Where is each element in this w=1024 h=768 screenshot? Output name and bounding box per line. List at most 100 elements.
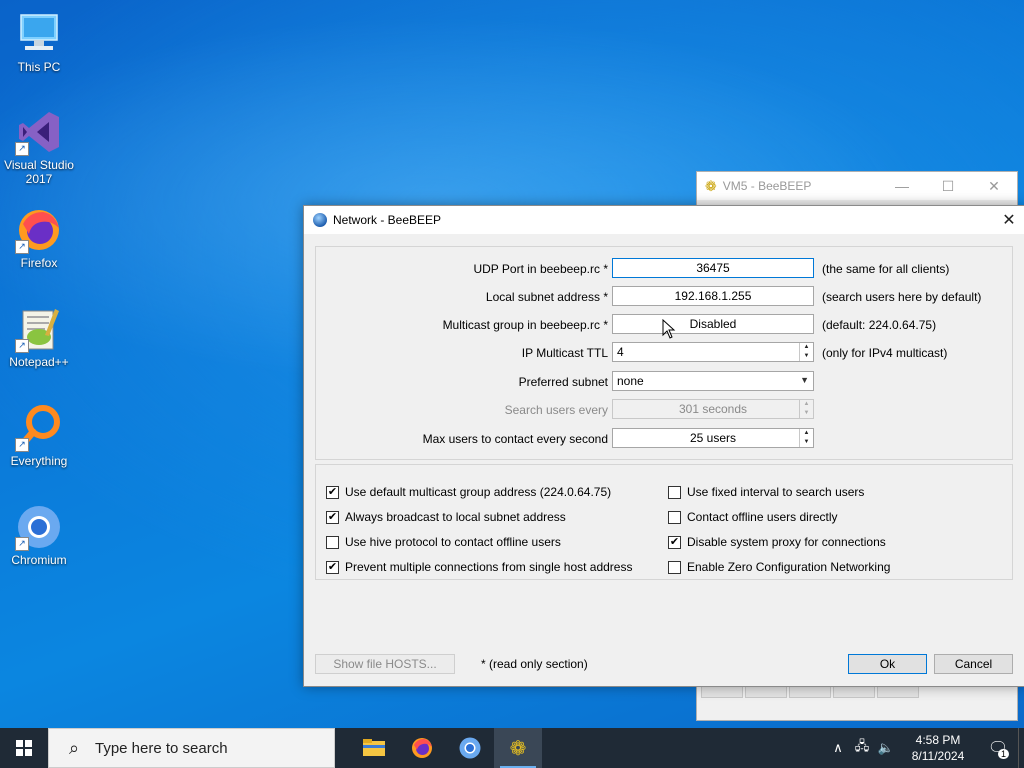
multicast-group-hint: (default: 224.0.64.75) [822, 318, 937, 332]
spin-down-icon: ▼ [803, 410, 810, 416]
spin-up-icon[interactable]: ▲ [800, 429, 813, 438]
max-users-spinbox[interactable]: 25 users ▲ ▼ [612, 428, 814, 448]
shortcut-arrow-icon: ↗ [15, 142, 29, 156]
show-hosts-button: Show file HOSTS... [315, 654, 455, 674]
desktop-icon-chromium[interactable]: ↗ Chromium [0, 503, 78, 567]
multicast-group-field[interactable]: Disabled [612, 314, 814, 334]
network-icon[interactable]: 🖧 [850, 737, 874, 759]
multicast-ttl-value: 4 [617, 345, 624, 359]
taskbar-beebeep[interactable]: ❁ [494, 728, 542, 768]
spin-down-icon[interactable]: ▼ [800, 438, 813, 447]
udp-port-field[interactable]: 36475 [612, 258, 814, 278]
ok-button[interactable]: Ok [848, 654, 927, 674]
chromium-icon [459, 737, 481, 759]
desktop-icon-notepad-plus-plus[interactable]: ↗ Notepad++ [0, 305, 78, 369]
checkbox-default-multicast[interactable]: ✔ Use default multicast group address (2… [326, 485, 611, 499]
check-icon[interactable]: ✔ [668, 535, 681, 549]
cancel-button[interactable]: Cancel [934, 654, 1013, 674]
checkbox-label: Always broadcast to local subnet address [345, 510, 566, 524]
preferred-subnet-label: Preferred subnet [518, 375, 608, 389]
check-icon[interactable] [326, 535, 339, 549]
notification-count: 1 [997, 749, 1009, 759]
network-options-group: ✔ Use default multicast group address (2… [315, 464, 1013, 580]
spin-buttons[interactable]: ▲ ▼ [799, 429, 813, 447]
beebeep-app-icon: ❁ [705, 177, 717, 194]
read-only-note: * (read only section) [481, 657, 588, 671]
checkbox-label: Disable system proxy for connections [687, 535, 886, 549]
taskbar-search-box[interactable]: ⌕ Type here to search [48, 728, 335, 768]
minimize-button[interactable]: — [879, 178, 925, 195]
desktop-icon-label: Notepad++ [9, 355, 69, 369]
chevron-down-icon[interactable]: ▼ [800, 375, 809, 385]
checkbox-label: Prevent multiple connections from single… [345, 560, 633, 574]
show-desktop-button[interactable] [1018, 728, 1024, 768]
everything-search-icon: ↗ [15, 404, 63, 452]
check-icon[interactable] [668, 560, 681, 574]
spin-up-icon: ▲ [803, 401, 810, 407]
spin-buttons: ▲ ▼ [799, 400, 813, 418]
local-subnet-label: Local subnet address * [485, 290, 608, 304]
maximize-button[interactable]: ☐ [925, 178, 971, 195]
checkbox-label: Enable Zero Configuration Networking [687, 560, 891, 574]
desktop-icon-label: Firefox [20, 256, 58, 270]
check-icon[interactable]: ✔ [326, 485, 339, 499]
network-globe-icon [313, 213, 327, 227]
close-button[interactable]: ✕ [971, 178, 1017, 195]
taskbar: ⌕ Type here to search ❁ ∧ 🖧 🔈 4:58 PM 8/… [0, 728, 1024, 768]
checkbox-disable-system-proxy[interactable]: ✔ Disable system proxy for connections [668, 535, 886, 549]
folder-icon [363, 739, 385, 756]
desktop-icon-label: Everything [10, 454, 68, 468]
checkbox-fixed-interval[interactable]: Use fixed interval to search users [668, 485, 864, 499]
checkbox-zero-configuration[interactable]: Enable Zero Configuration Networking [668, 560, 890, 574]
checkbox-prevent-multiple-connections[interactable]: ✔ Prevent multiple connections from sing… [326, 560, 632, 574]
desktop-icon-visual-studio[interactable]: ↗ Visual Studio 2017 [0, 108, 78, 186]
preferred-subnet-select[interactable]: none ▼ [612, 371, 814, 391]
desktop-icon-this-pc[interactable]: This PC [0, 10, 78, 74]
taskbar-firefox[interactable] [398, 728, 446, 768]
firefox-icon: ↗ [15, 206, 63, 254]
multicast-ttl-spinbox[interactable]: 4 ▲ ▼ [612, 342, 814, 362]
search-interval-value: 301 seconds [678, 402, 748, 416]
spin-up-icon[interactable]: ▲ [800, 343, 813, 352]
dialog-close-button[interactable]: ✕ [994, 210, 1024, 230]
taskbar-clock[interactable]: 4:58 PM 8/11/2024 [898, 732, 978, 764]
desktop-icon-label: This PC [17, 60, 61, 74]
spin-down-icon[interactable]: ▼ [800, 352, 813, 361]
desktop-icon-firefox[interactable]: ↗ Firefox [0, 206, 78, 270]
taskbar-chromium[interactable] [446, 728, 494, 768]
windows-logo-icon [16, 740, 32, 756]
clock-date: 8/11/2024 [911, 749, 965, 763]
check-icon[interactable]: ✔ [326, 560, 339, 574]
local-subnet-hint: (search users here by default) [822, 290, 982, 304]
dialog-titlebar[interactable]: Network - BeeBEEP ✕ [304, 206, 1024, 234]
checkbox-label: Use fixed interval to search users [687, 485, 865, 499]
shortcut-arrow-icon: ↗ [15, 339, 29, 353]
desktop-icon-everything[interactable]: ↗ Everything [0, 404, 78, 468]
search-placeholder: Type here to search [95, 739, 228, 757]
preferred-subnet-value: none [617, 374, 644, 388]
check-icon[interactable] [668, 510, 681, 524]
computer-icon [15, 10, 63, 58]
notepad-plus-plus-icon: ↗ [15, 305, 63, 353]
checkbox-hive-protocol[interactable]: Use hive protocol to contact offline use… [326, 535, 561, 549]
multicast-ttl-label: IP Multicast TTL [521, 346, 608, 360]
clock-time: 4:58 PM [915, 733, 961, 747]
desktop-icon-label: Chromium [11, 553, 67, 567]
spin-buttons[interactable]: ▲ ▼ [799, 343, 813, 361]
chevron-up-icon[interactable]: ∧ [826, 740, 850, 756]
check-icon[interactable]: ✔ [326, 510, 339, 524]
checkbox-always-broadcast[interactable]: ✔ Always broadcast to local subnet addre… [326, 510, 566, 524]
checkbox-label: Contact offline users directly [687, 510, 838, 524]
local-subnet-field[interactable]: 192.168.1.255 [612, 286, 814, 306]
window-titlebar[interactable]: ❁ VM5 - BeeBEEP — ☐ ✕ [697, 172, 1017, 200]
udp-port-hint: (the same for all clients) [822, 262, 950, 276]
visual-studio-icon: ↗ [15, 108, 63, 156]
taskbar-file-explorer[interactable] [350, 728, 398, 768]
beebeep-app-icon: ❁ [509, 737, 527, 760]
checkbox-contact-offline-directly[interactable]: Contact offline users directly [668, 510, 838, 524]
start-button[interactable] [0, 728, 48, 768]
notification-center-button[interactable]: 🗨 1 [978, 728, 1018, 768]
max-users-label: Max users to contact every second [422, 432, 608, 446]
volume-icon[interactable]: 🔈 [874, 740, 898, 756]
check-icon[interactable] [668, 485, 681, 499]
